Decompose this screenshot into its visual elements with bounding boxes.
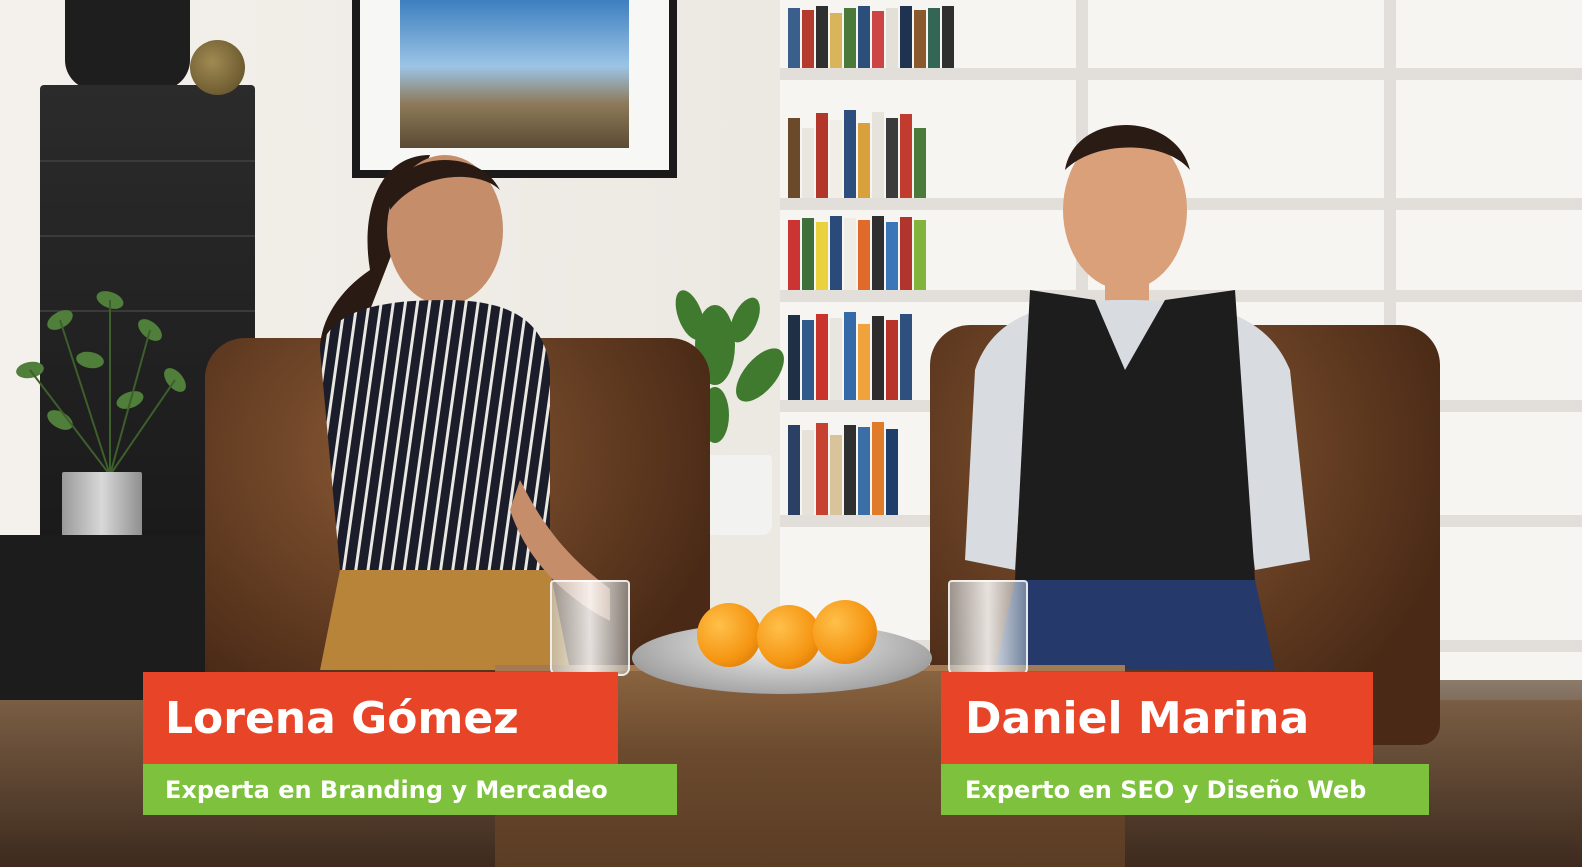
potted-plant-left [16, 291, 186, 476]
brass-jug [190, 40, 245, 95]
name-text-left: Lorena Gómez [165, 692, 519, 744]
name-text-right: Daniel Marina [965, 692, 1310, 744]
orange [697, 603, 761, 667]
lower-third-name-left: Lorena Gómez [143, 672, 618, 764]
lower-third-title-right: Experto en SEO y Diseño Web [941, 764, 1429, 815]
lower-third-name-right: Daniel Marina [941, 672, 1373, 764]
video-frame: Lorena Gómez Experta en Branding y Merca… [0, 0, 1582, 867]
stove-pipe [65, 0, 190, 90]
water-glass-left [550, 580, 630, 676]
orange [757, 605, 821, 669]
lower-third-title-left: Experta en Branding y Mercadeo [143, 764, 677, 815]
title-text-left: Experta en Branding y Mercadeo [165, 775, 608, 804]
water-glass-right [948, 580, 1028, 676]
title-text-right: Experto en SEO y Diseño Web [965, 775, 1367, 804]
orange [813, 600, 877, 664]
